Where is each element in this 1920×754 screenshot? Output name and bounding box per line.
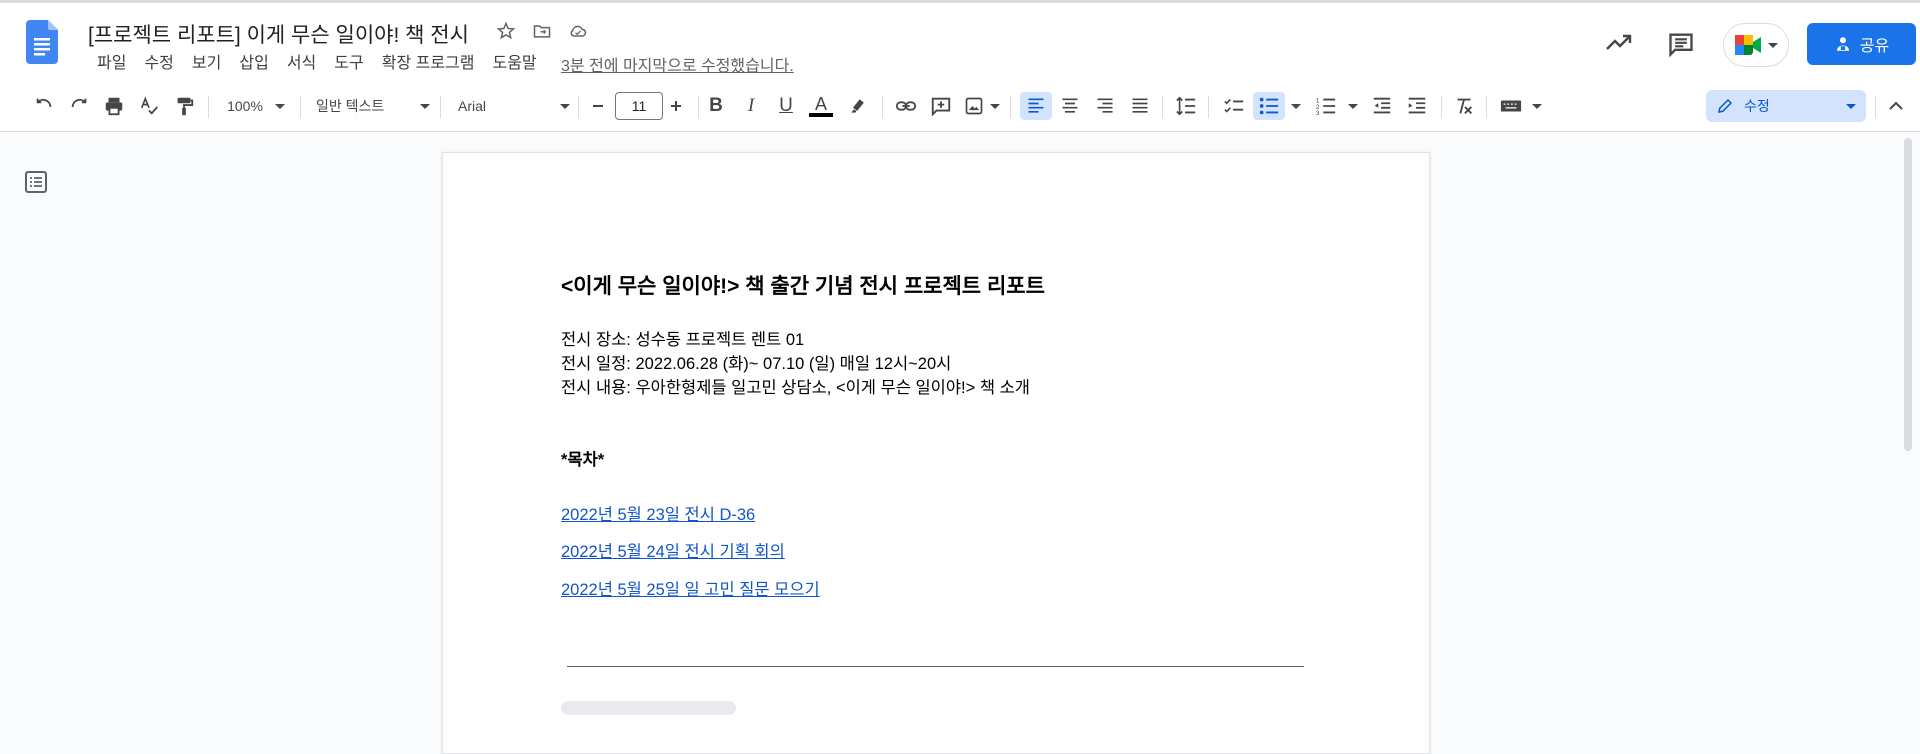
menu-tools[interactable]: 도구 [325,52,372,76]
bulleted-list-menu[interactable] [1287,92,1305,120]
align-left-icon[interactable] [1020,92,1052,120]
line-spacing-icon[interactable] [1172,92,1200,120]
font-size-input[interactable]: 11 [615,92,663,120]
menu-extensions[interactable]: 확장 프로그램 [373,52,484,76]
cloud-status-icon[interactable] [566,19,590,43]
content-line[interactable]: 전시 내용: 우아한형제들 일고민 상담소, <이게 무슨 일이야!> 책 소개 [561,374,1030,398]
vertical-scrollbar[interactable] [1904,138,1912,451]
toolbar: 100% 일반 텍스트 Arial 11 B I U A 1 2 3 수정 [0,82,1920,132]
menu-bar: 파일 수정 보기 삽입 서식 도구 확장 프로그램 도움말 [88,52,546,76]
menu-file[interactable]: 파일 [88,52,135,76]
redo-icon[interactable] [65,92,93,120]
chevron-down-icon [1348,103,1358,109]
lock-person-icon [1836,37,1849,51]
style-value: 일반 텍스트 [316,98,385,114]
bulleted-list-icon[interactable] [1253,92,1285,120]
meet-icon [1735,35,1761,55]
meet-button[interactable] [1723,23,1789,67]
increase-font-size-button[interactable] [662,92,690,120]
chevron-down-icon [274,103,285,109]
comment-history-icon[interactable] [1667,30,1695,63]
share-button[interactable]: 공유 [1807,23,1916,65]
menu-format[interactable]: 서식 [278,52,325,76]
menu-insert[interactable]: 삽입 [230,52,277,76]
paint-format-icon[interactable] [170,92,198,120]
zoom-select[interactable]: 100% [222,92,290,120]
zoom-value: 100% [227,98,263,114]
clear-formatting-icon[interactable] [1450,92,1478,120]
move-folder-icon[interactable] [530,19,554,43]
toc-title[interactable]: *목차* [561,446,604,470]
increase-indent-icon[interactable] [1403,92,1431,120]
header: [프로젝트 리포트] 이게 무슨 일이야! 책 전시 파일 수정 보기 삽입 서… [0,3,1920,82]
chevron-down-icon [1846,103,1856,109]
svg-text:3: 3 [1316,110,1320,117]
insert-image-button[interactable] [962,92,1002,120]
checklist-icon[interactable] [1220,92,1248,120]
insert-link-icon[interactable] [892,92,920,120]
menu-edit[interactable]: 수정 [135,52,182,76]
truncated-heading [561,701,736,715]
bold-icon[interactable]: B [702,92,730,120]
style-select[interactable]: 일반 텍스트 [316,92,430,120]
activity-trend-icon[interactable] [1605,31,1633,58]
horizontal-rule [567,666,1304,667]
highlight-color-icon[interactable] [844,92,872,120]
chevron-down-icon [1532,103,1542,109]
collapse-menus-icon[interactable] [1882,92,1910,120]
venue-line[interactable]: 전시 장소: 성수동 프로젝트 렌트 01 [561,326,804,350]
docs-logo-icon[interactable] [26,20,58,64]
undo-icon[interactable] [30,92,58,120]
toc-link[interactable]: 2022년 5월 25일 일 고민 질문 모으기 [561,576,820,600]
chevron-down-icon [560,103,570,109]
decrease-font-size-button[interactable] [584,92,612,120]
keyboard-icon [1500,100,1522,112]
share-label: 공유 [1859,38,1890,55]
toc-link[interactable]: 2022년 5월 23일 전시 D-36 [561,501,755,525]
add-comment-icon[interactable] [927,92,955,120]
editing-mode-select[interactable]: 수정 [1706,90,1866,122]
numbered-list-icon[interactable]: 123 [1312,92,1340,120]
meet-dropdown-icon [1768,43,1778,48]
decrease-indent-icon[interactable] [1368,92,1396,120]
align-center-icon[interactable] [1056,92,1084,120]
menu-view[interactable]: 보기 [183,52,230,76]
menu-help[interactable]: 도움말 [483,52,545,76]
document-title[interactable]: [프로젝트 리포트] 이게 무슨 일이야! 책 전시 [88,19,469,49]
image-icon [965,97,983,115]
underline-icon[interactable]: U [772,92,800,120]
numbered-list-menu[interactable] [1344,92,1362,120]
italic-icon[interactable]: I [737,92,765,120]
chevron-down-icon [420,103,430,109]
star-icon[interactable] [494,19,518,43]
print-icon[interactable] [100,92,128,120]
chevron-down-icon [1291,103,1301,109]
document-heading[interactable]: <이게 무슨 일이야!> 책 출간 기념 전시 프로젝트 리포트 [561,270,1045,300]
document-outline-icon[interactable] [24,170,48,199]
text-color-icon[interactable]: A [807,92,835,120]
input-tools-button[interactable] [1497,92,1545,120]
font-select[interactable]: Arial [458,92,570,120]
toc-link[interactable]: 2022년 5월 24일 전시 기획 회의 [561,538,785,562]
schedule-line[interactable]: 전시 일정: 2022.06.28 (화)~ 07.10 (일) 매일 12시~… [561,350,951,374]
editing-mode-label: 수정 [1744,98,1770,114]
align-justify-icon[interactable] [1126,92,1154,120]
last-edit-link[interactable]: 3분 전에 마지막으로 수정했습니다. [561,52,794,76]
chevron-down-icon [990,103,1000,109]
align-right-icon[interactable] [1091,92,1119,120]
font-value: Arial [458,98,487,114]
spellcheck-icon[interactable] [135,92,163,120]
pencil-icon [1718,98,1733,113]
